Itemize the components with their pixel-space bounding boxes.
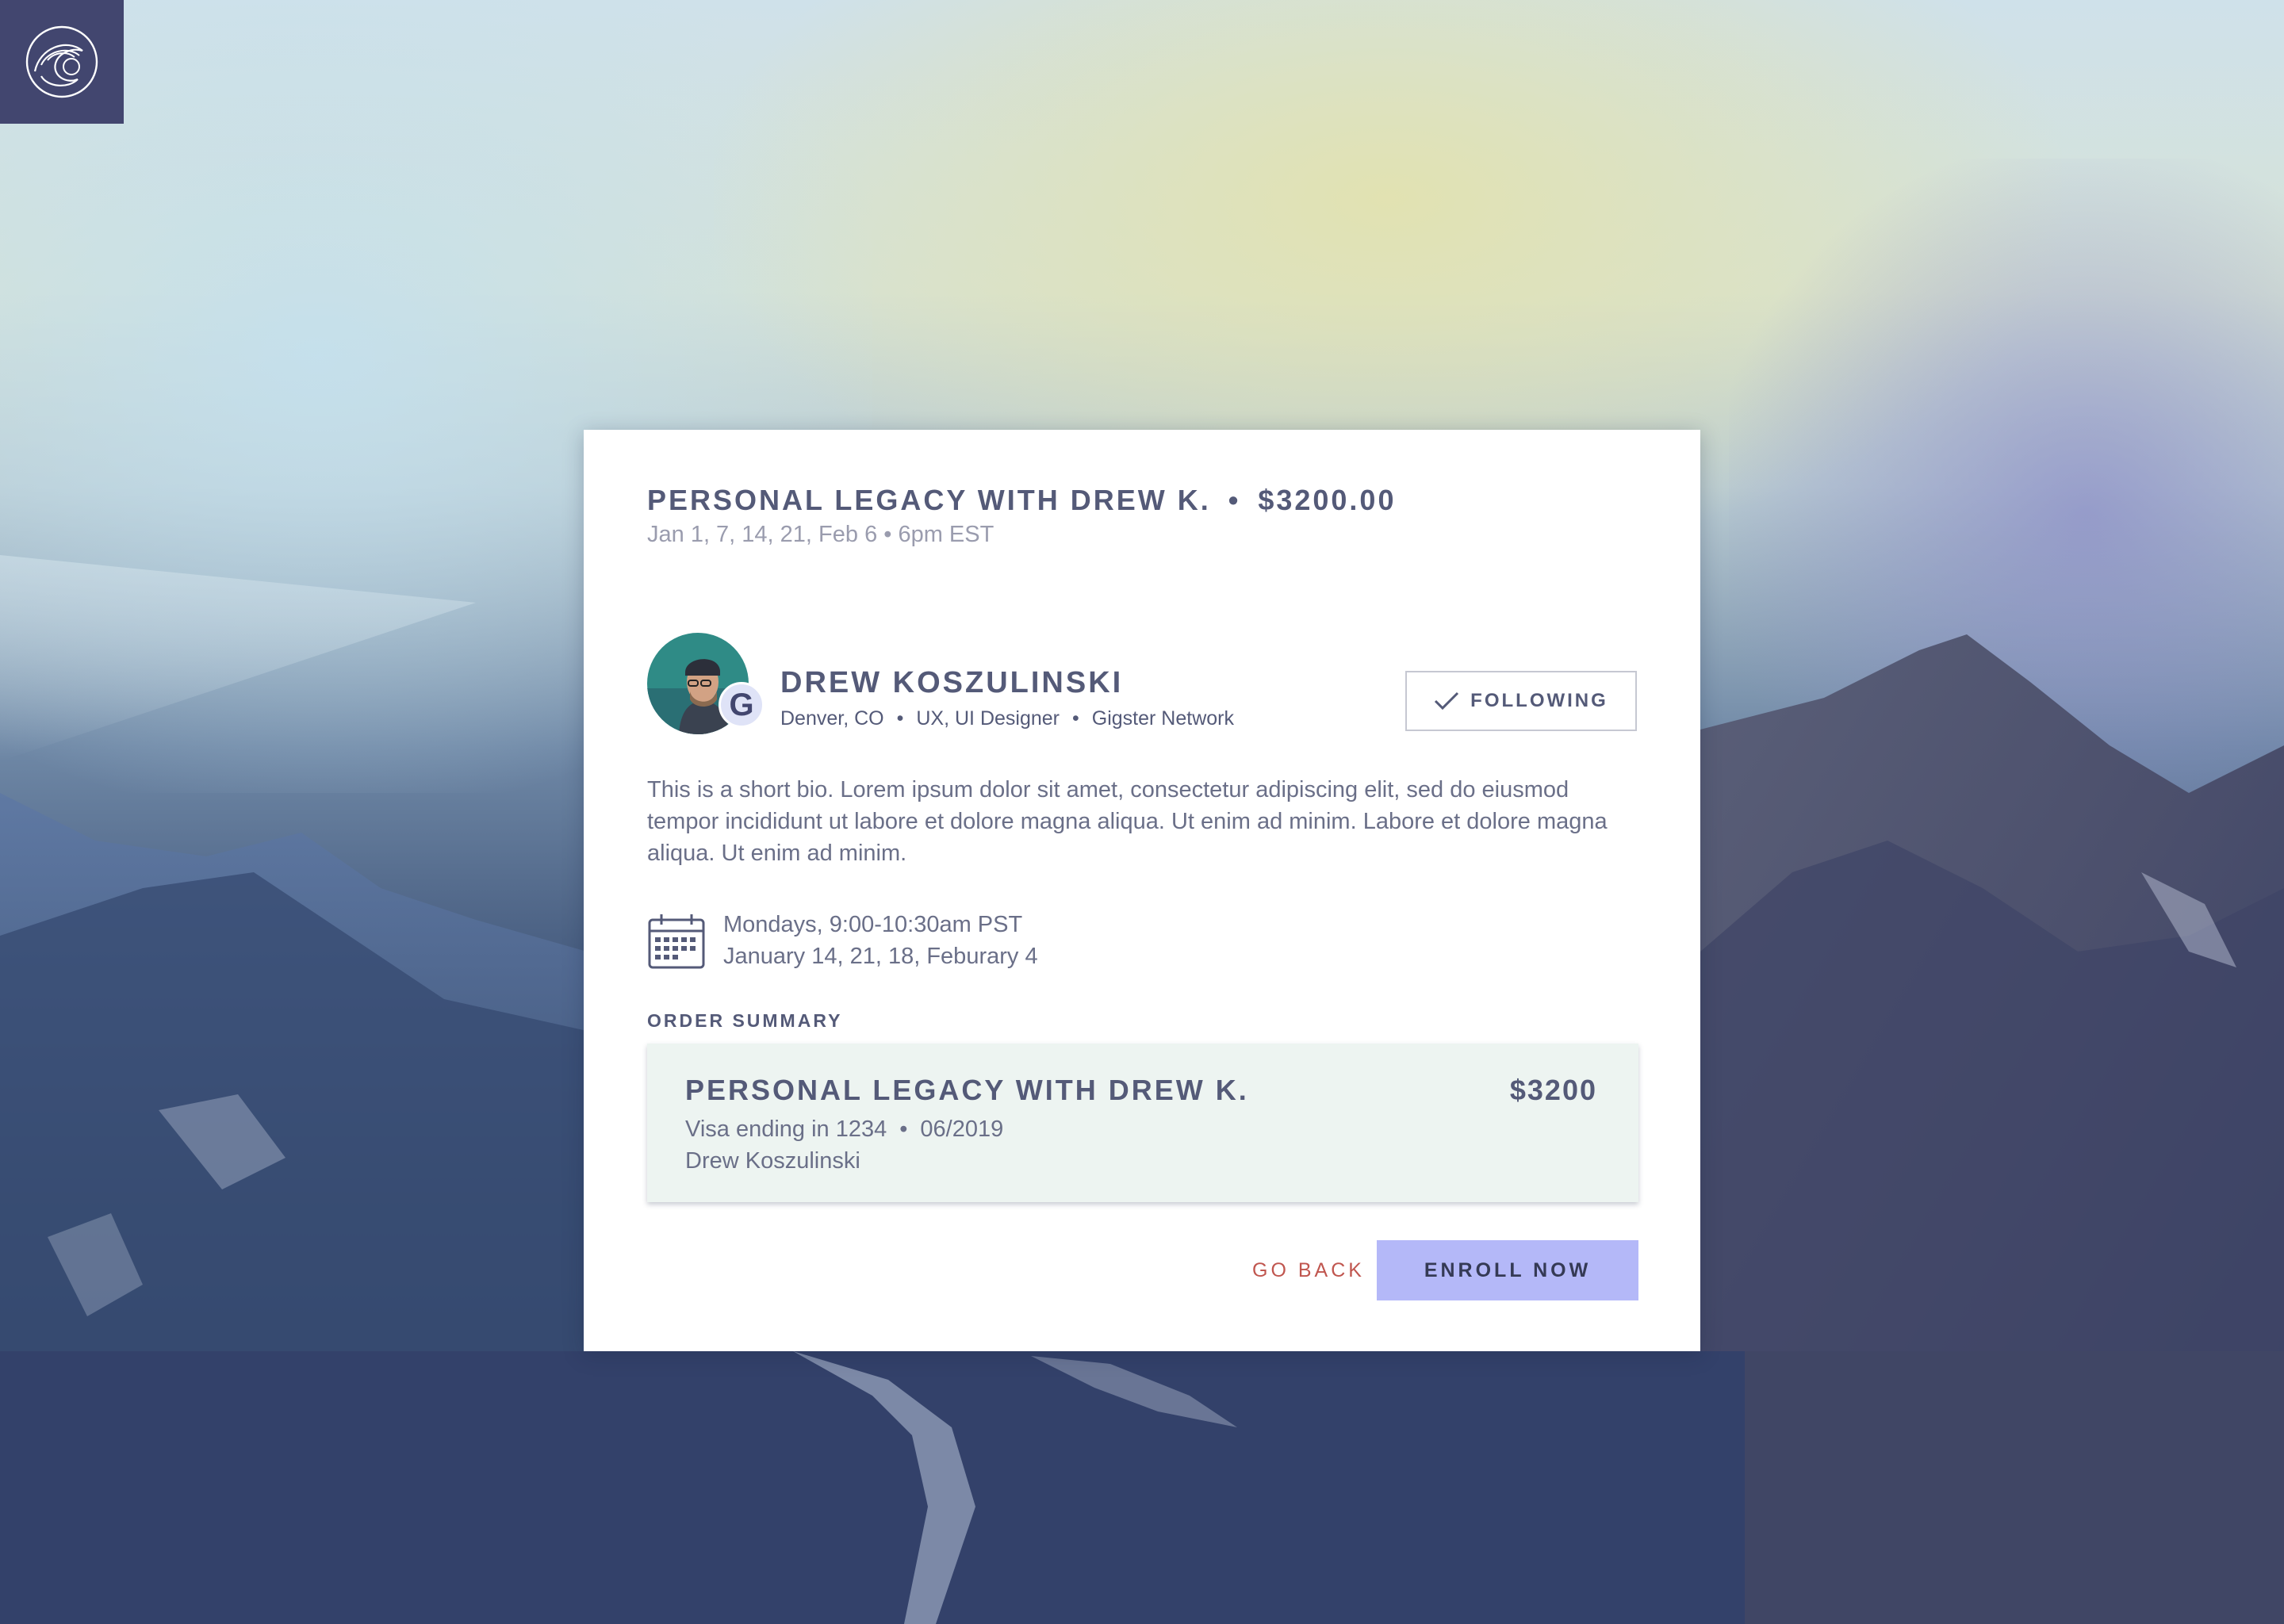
network-badge: G [719, 682, 765, 728]
cardholder-name: Drew Koszulinski [685, 1148, 860, 1174]
meta-separator: • [1072, 707, 1079, 730]
offer-title: PERSONAL LEGACY WITH DREW K. [647, 484, 1211, 516]
meta-separator: • [896, 707, 904, 730]
host-location: Denver, CO [780, 707, 884, 730]
payment-method: Visa ending in 1234 • 06/2019 [685, 1116, 1003, 1143]
summary-item-price: $3200 [1509, 1074, 1597, 1106]
host-meta: Denver, CO • UX, UI Designer • Gigster Netwo… [780, 707, 1234, 730]
host-name[interactable]: DREW KOSZULINSKI [780, 666, 1123, 700]
offer-header: PERSONAL LEGACY WITH DREW K. • $3200.00 [647, 484, 1396, 517]
card-expiry: 06/2019 [920, 1116, 1004, 1142]
order-summary-label: ORDER SUMMARY [647, 1010, 843, 1031]
checkmark-icon [1435, 691, 1459, 710]
card-separator: • [899, 1116, 908, 1142]
title-separator: • [1228, 484, 1241, 516]
following-label: FOLLOWING [1470, 690, 1608, 711]
enrollment-card: PERSONAL LEGACY WITH DREW K. • $3200.00 Ja… [584, 430, 1700, 1351]
wave-circle-icon [25, 25, 98, 98]
card-description: Visa ending in 1234 [685, 1116, 887, 1142]
go-back-button[interactable]: GO BACK [1231, 1240, 1386, 1300]
host-network: Gigster Network [1091, 707, 1234, 730]
calendar-icon [648, 914, 705, 969]
offer-price: $3200.00 [1258, 484, 1397, 516]
app-logo[interactable] [0, 0, 124, 124]
host-role: UX, UI Designer [916, 707, 1060, 730]
page-background: PERSONAL LEGACY WITH DREW K. • $3200.00 Ja… [0, 0, 2284, 1624]
schedule-time: Mondays, 9:00-10:30am PST [723, 912, 1023, 937]
enroll-now-button[interactable]: ENROLL NOW [1377, 1240, 1638, 1300]
following-button[interactable]: FOLLOWING [1405, 671, 1637, 731]
schedule-details: Mondays, 9:00-10:30am PST January 14, 21… [723, 909, 1038, 972]
host-bio: This is a short bio. Lorem ipsum dolor s… [647, 777, 1608, 866]
order-summary-box: PERSONAL LEGACY WITH DREW K. $3200 Visa … [647, 1044, 1638, 1202]
summary-item-title: PERSONAL LEGACY WITH DREW K. [685, 1074, 1249, 1106]
schedule-dates: January 14, 21, 18, Feburary 4 [723, 944, 1038, 969]
offer-dates: Jan 1, 7, 14, 21, Feb 6 • 6pm EST [647, 522, 994, 547]
